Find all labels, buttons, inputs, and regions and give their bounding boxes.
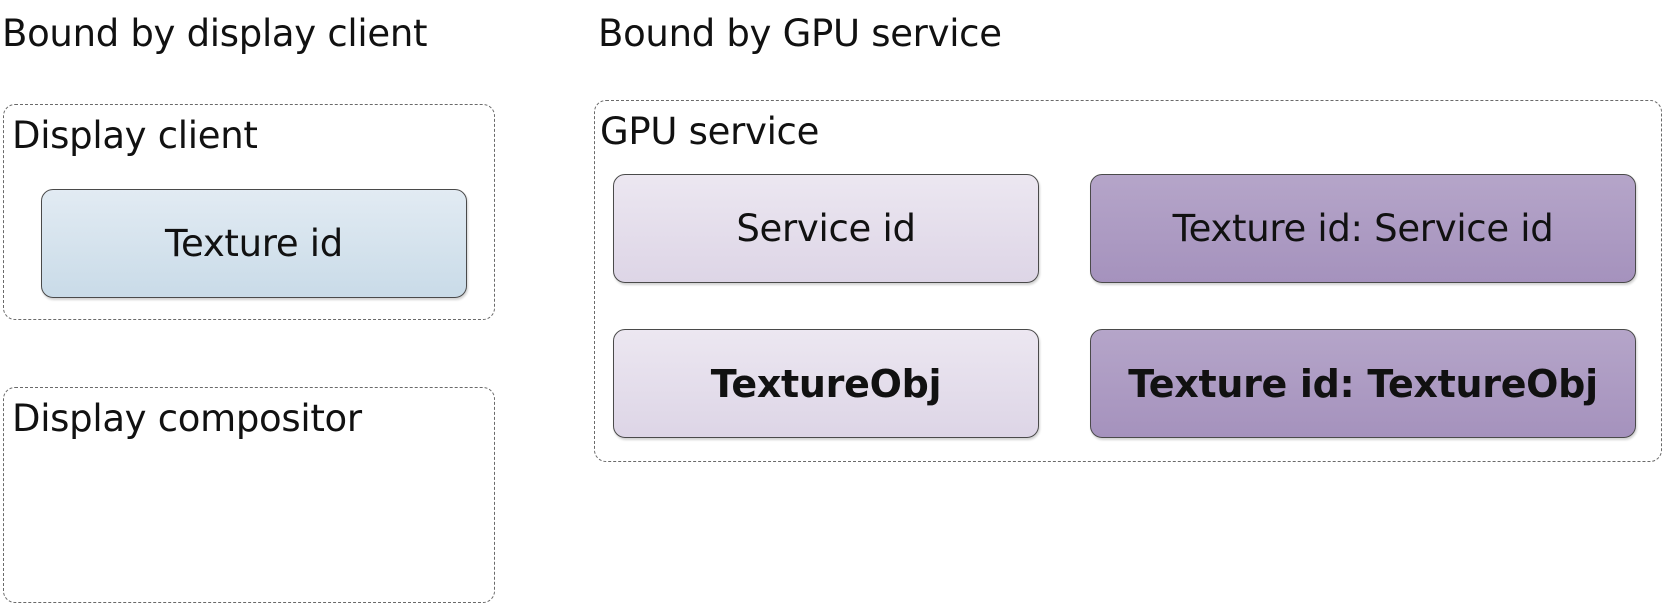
display-client-label: Display client: [12, 114, 258, 157]
display-compositor-label: Display compositor: [12, 397, 362, 440]
heading-gpu-service: Bound by GPU service: [598, 12, 1002, 55]
display-compositor-group: Display compositor: [3, 387, 495, 603]
texture-id-service-id-box: Texture id: Service id: [1090, 174, 1636, 283]
gpu-service-label: GPU service: [600, 110, 820, 153]
texture-id-texture-obj-box: Texture id: TextureObj: [1090, 329, 1636, 438]
texture-id-box: Texture id: [41, 189, 467, 298]
heading-display-client: Bound by display client: [2, 12, 428, 55]
texture-obj-box: TextureObj: [613, 329, 1039, 438]
service-id-box: Service id: [613, 174, 1039, 283]
gpu-service-group: GPU service Service id Texture id: Servi…: [594, 100, 1662, 462]
display-client-group: Display client Texture id: [3, 104, 495, 320]
